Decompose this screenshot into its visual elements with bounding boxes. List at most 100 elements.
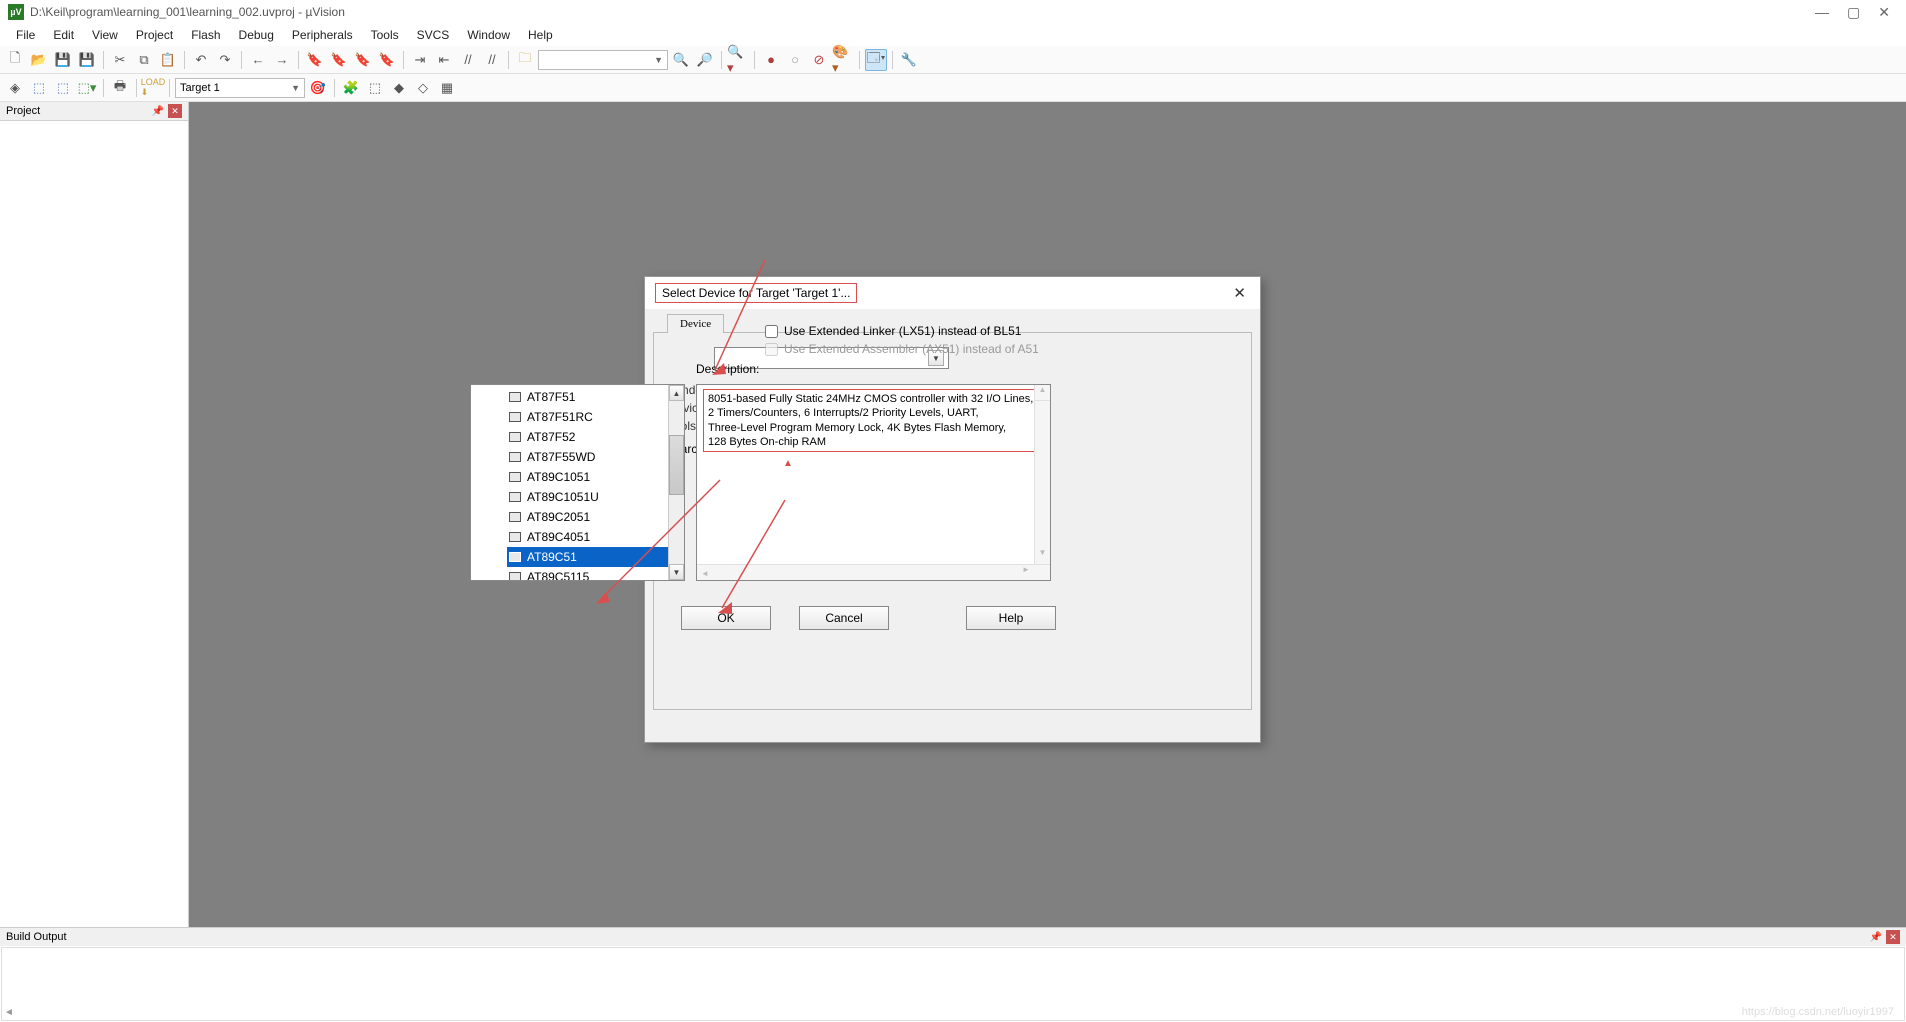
find-in-files-icon[interactable]: 🔍 [670, 49, 692, 71]
outdent-icon[interactable]: ⇤ [433, 49, 455, 71]
manage-rte-icon[interactable]: ◆ [388, 77, 410, 99]
uncomment-icon[interactable]: // [481, 49, 503, 71]
extended-linker-label: Use Extended Linker (LX51) instead of BL… [784, 324, 1021, 338]
separator [721, 51, 722, 69]
menu-debug[interactable]: Debug [231, 26, 282, 44]
bookmark-next-icon[interactable]: 🔖 [352, 49, 374, 71]
new-file-icon[interactable]: 🗋 [4, 49, 26, 71]
debug-icon[interactable]: 🔍▾ [727, 49, 749, 71]
undo-icon[interactable]: ↶ [190, 49, 212, 71]
close-panel-icon[interactable]: ✕ [168, 104, 182, 118]
copy-icon[interactable]: ⧉ [133, 49, 155, 71]
rebuild-icon[interactable]: ⬚ [52, 77, 74, 99]
separator [334, 79, 335, 97]
menu-help[interactable]: Help [520, 26, 561, 44]
cut-icon[interactable]: ✂ [109, 49, 131, 71]
close-button[interactable]: ✕ [1878, 4, 1890, 21]
menu-project[interactable]: Project [128, 26, 181, 44]
separator [103, 79, 104, 97]
scroll-up-icon[interactable]: ▲ [669, 385, 684, 401]
device-item[interactable]: AT87F52 [507, 427, 668, 447]
bookmark-clear-icon[interactable]: 🔖 [376, 49, 398, 71]
device-item[interactable]: AT89C1051U [507, 487, 668, 507]
scroll-right-icon[interactable]: ► [1018, 565, 1034, 575]
bookmark-icon[interactable]: 🔖 [304, 49, 326, 71]
dialog-close-icon[interactable]: ✕ [1229, 284, 1250, 302]
desc-scrollbar-v[interactable]: ▲ ▼ [1034, 385, 1050, 564]
desc-scrollbar-h[interactable]: ◄ ► [697, 564, 1050, 580]
find-panel-icon[interactable]: 🗀 [514, 49, 536, 71]
find-combo[interactable]: ▼ [538, 50, 668, 70]
manage-icon[interactable]: ⬚ [364, 77, 386, 99]
device-item[interactable]: AT87F51RC [507, 407, 668, 427]
device-item[interactable]: AT89C51 [507, 547, 668, 567]
close-panel-icon[interactable]: ✕ [1886, 930, 1900, 944]
open-file-icon[interactable]: 📂 [28, 49, 50, 71]
breakpoint-insert-icon[interactable]: ● [760, 49, 782, 71]
device-list[interactable]: AT87F51AT87F51RCAT87F52AT87F55WDAT89C105… [471, 385, 668, 580]
separator [103, 51, 104, 69]
breakpoint-kill-icon[interactable]: 🎨▾ [832, 49, 854, 71]
extended-linker-checkbox[interactable] [765, 325, 778, 338]
menu-edit[interactable]: Edit [45, 26, 82, 44]
save-all-icon[interactable]: 💾 [76, 49, 98, 71]
breakpoint-disable-icon[interactable]: ⊘ [808, 49, 830, 71]
pin-icon[interactable]: 📌 [152, 106, 164, 117]
maximize-button[interactable]: ▢ [1847, 4, 1860, 21]
tree-scrollbar[interactable]: ▲ ▼ [668, 385, 684, 580]
device-item[interactable]: AT89C2051 [507, 507, 668, 527]
device-item[interactable]: AT89C5115 [507, 567, 668, 580]
minimize-button[interactable]: — [1815, 4, 1829, 21]
pin-icon[interactable]: 📌 [1870, 932, 1882, 943]
pack-installer-icon[interactable]: ▦ [436, 77, 458, 99]
toolbar-1: 🗋 📂 💾 💾 ✂ ⧉ 📋 ↶ ↷ ← → 🔖 🔖 🔖 🔖 ⇥ ⇤ // // … [0, 46, 1906, 74]
build-output-body[interactable]: ◄ [1, 947, 1905, 1021]
scroll-left-icon[interactable]: ◄ [697, 569, 713, 579]
window-tile-icon[interactable]: 🗔▾ [865, 49, 887, 71]
scroll-down-icon[interactable]: ▼ [669, 564, 684, 580]
indent-icon[interactable]: ⇥ [409, 49, 431, 71]
scroll-left-icon[interactable]: ◄ [4, 1007, 14, 1018]
device-item[interactable]: AT89C4051 [507, 527, 668, 547]
project-tree[interactable] [0, 121, 188, 927]
menu-flash[interactable]: Flash [183, 26, 228, 44]
paste-icon[interactable]: 📋 [157, 49, 179, 71]
save-icon[interactable]: 💾 [52, 49, 74, 71]
ok-button[interactable]: OK [681, 606, 771, 630]
scroll-thumb[interactable] [669, 435, 684, 495]
batch-build-icon[interactable]: ⬚▾ [76, 77, 98, 99]
breakpoint-enable-icon[interactable]: ○ [784, 49, 806, 71]
menu-file[interactable]: File [8, 26, 43, 44]
tab-device[interactable]: Device [667, 314, 724, 333]
device-item[interactable]: AT89C1051 [507, 467, 668, 487]
help-button[interactable]: Help [966, 606, 1056, 630]
nav-back-icon[interactable]: ← [247, 49, 269, 71]
scroll-track[interactable] [669, 401, 684, 564]
target-options-icon[interactable]: 🎯 [307, 77, 329, 99]
select-pack-icon[interactable]: ◇ [412, 77, 434, 99]
target-combo[interactable]: Target 1▼ [175, 78, 305, 98]
file-ext-icon[interactable]: 🧩 [340, 77, 362, 99]
redo-icon[interactable]: ↷ [214, 49, 236, 71]
stop-build-icon[interactable]: 🖶 [109, 77, 131, 99]
translate-icon[interactable]: ◈ [4, 77, 26, 99]
chip-icon [509, 572, 521, 580]
menu-view[interactable]: View [84, 26, 126, 44]
device-item[interactable]: AT87F51 [507, 387, 668, 407]
device-item[interactable]: AT87F55WD [507, 447, 668, 467]
bookmark-prev-icon[interactable]: 🔖 [328, 49, 350, 71]
menu-tools[interactable]: Tools [363, 26, 407, 44]
incremental-find-icon[interactable]: 🔎 [694, 49, 716, 71]
menu-window[interactable]: Window [459, 26, 518, 44]
configure-icon[interactable]: 🔧 [898, 49, 920, 71]
toolbar-2: ◈ ⬚ ⬚ ⬚▾ 🖶 LOAD⬇ Target 1▼ 🎯 🧩 ⬚ ◆ ◇ ▦ [0, 74, 1906, 102]
menu-peripherals[interactable]: Peripherals [284, 26, 361, 44]
comment-icon[interactable]: // [457, 49, 479, 71]
scroll-down-icon[interactable]: ▼ [1035, 548, 1050, 564]
download-icon[interactable]: LOAD⬇ [142, 77, 164, 99]
scroll-up-icon[interactable]: ▲ [1035, 385, 1050, 401]
nav-forward-icon[interactable]: → [271, 49, 293, 71]
menu-svcs[interactable]: SVCS [409, 26, 458, 44]
build-icon[interactable]: ⬚ [28, 77, 50, 99]
cancel-button[interactable]: Cancel [799, 606, 889, 630]
